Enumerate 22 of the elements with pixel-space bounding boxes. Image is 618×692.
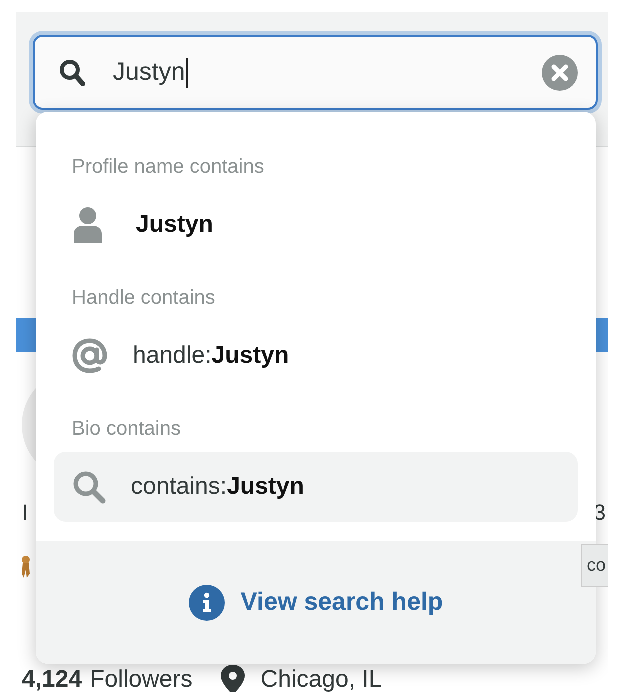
suggestion-text: contains:Justyn bbox=[131, 473, 304, 501]
search-help-link[interactable]: View search help bbox=[188, 584, 444, 620]
suggestion-text: handle:Justyn bbox=[133, 342, 290, 370]
followers-count: 4,124 bbox=[22, 666, 82, 692]
suggestion-item[interactable]: contains:Justyn bbox=[54, 452, 578, 522]
search-value: Justyn bbox=[113, 58, 186, 87]
suggestion-item[interactable]: Justyn bbox=[54, 190, 578, 260]
bio-text: I bbox=[22, 500, 28, 526]
suggestion-text: Justyn bbox=[136, 211, 214, 239]
search-icon bbox=[59, 58, 85, 86]
clear-icon[interactable] bbox=[542, 54, 578, 90]
section-heading: Handle contains bbox=[71, 286, 216, 311]
search-icon bbox=[72, 470, 106, 504]
followers-label: Followers bbox=[90, 666, 193, 692]
location-text: Chicago, IL bbox=[260, 666, 382, 692]
tooltip: co bbox=[580, 544, 608, 587]
section-heading: Profile name contains bbox=[71, 155, 266, 180]
info-icon bbox=[188, 584, 225, 620]
person-icon bbox=[72, 207, 104, 243]
at-sign-icon bbox=[72, 338, 108, 374]
section-heading: Bio contains bbox=[71, 417, 182, 442]
suggestion-item[interactable]: handle:Justyn bbox=[54, 321, 578, 391]
